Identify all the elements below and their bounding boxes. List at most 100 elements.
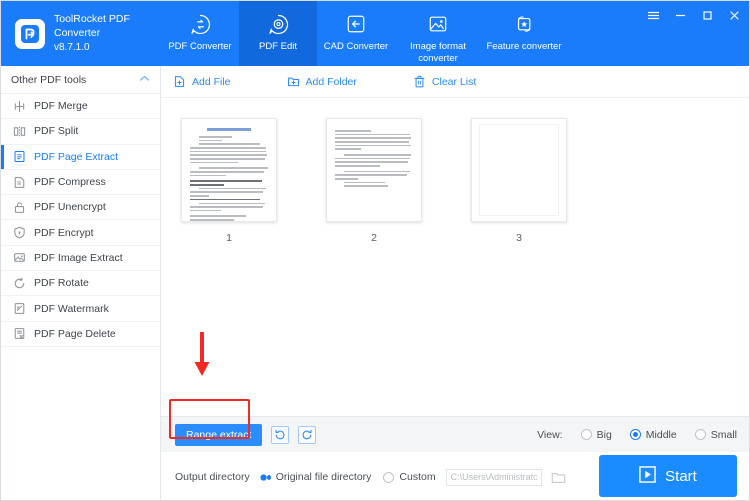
rotate-left-button[interactable]: [271, 425, 290, 444]
sidebar-item-label: PDF Watermark: [34, 302, 109, 315]
sidebar-item-pdf-rotate[interactable]: PDF Rotate: [1, 271, 160, 297]
sidebar-item-pdf-merge[interactable]: PDF Merge: [1, 94, 160, 120]
tab-label: PDF Edit: [258, 41, 297, 52]
app-version: v8.7.1.0: [54, 42, 90, 54]
rotate-icon: [12, 276, 27, 290]
sidebar-item-pdf-encrypt[interactable]: PDF Encrypt: [1, 220, 160, 246]
clear-list-label: Clear List: [431, 75, 477, 88]
sidebar-item-pdf-image-extract[interactable]: PDF Image Extract: [1, 246, 160, 272]
page-number-label: 3: [516, 232, 522, 244]
window-controls: [647, 9, 741, 22]
output-option-original[interactable]: Original file directory: [260, 471, 371, 483]
tab-label: Feature converter: [486, 41, 562, 52]
sidebar-item-label: PDF Compress: [34, 176, 106, 189]
sidebar-item-pdf-compress[interactable]: PDF Compress: [1, 170, 160, 196]
unlock-icon: [12, 200, 27, 214]
page-thumbnail-item[interactable]: 1: [181, 118, 277, 244]
page-thumbnail-preview[interactable]: [181, 118, 277, 222]
sidebar-item-pdf-split[interactable]: PDF Split: [1, 119, 160, 145]
main-panel: Add File Add Folder Clear List 1 2 3 Ran…: [161, 66, 749, 500]
maximize-icon[interactable]: [701, 9, 714, 22]
page-thumbnail-item[interactable]: 3: [471, 118, 567, 244]
sidebar-item-label: PDF Rotate: [34, 277, 89, 290]
page-thumbnail-preview[interactable]: [471, 118, 567, 222]
page-number-label: 2: [371, 232, 377, 244]
blank-page-area: [479, 124, 559, 216]
brand-text: ToolRocket PDF Converter v8.7.1.0: [54, 12, 161, 56]
split-icon: [12, 124, 27, 138]
sidebar-item-label: PDF Unencrypt: [34, 201, 106, 214]
radio-original-directory[interactable]: [260, 472, 271, 483]
title-bar: ToolRocket PDF Converter v8.7.1.0 PDF Co…: [1, 1, 749, 66]
view-size-group: View: Big Middle Small: [537, 429, 737, 441]
view-option-label: Small: [710, 428, 737, 441]
tab-pdf-edit[interactable]: PDF Edit: [239, 1, 317, 66]
menu-icon[interactable]: [647, 9, 660, 22]
compress-icon: [12, 175, 27, 189]
sidebar-item-label: PDF Split: [34, 125, 79, 138]
tab-label: CAD Converter: [323, 41, 389, 52]
output-option-custom[interactable]: Custom: [383, 471, 436, 483]
radio-big[interactable]: [580, 429, 592, 440]
edit-gear-icon: [268, 12, 289, 36]
add-file-label: Add File: [192, 75, 231, 88]
radio-middle[interactable]: [629, 429, 641, 440]
tab-feature-converter[interactable]: Feature converter: [481, 1, 567, 66]
shield-icon: [12, 226, 27, 240]
folder-icon[interactable]: [551, 471, 566, 484]
view-option-big[interactable]: Big: [580, 428, 612, 441]
start-button[interactable]: Start: [599, 455, 737, 497]
radio-small[interactable]: [694, 429, 706, 440]
minimize-icon[interactable]: [674, 9, 687, 22]
clear-list-button[interactable]: Clear List: [413, 75, 476, 88]
view-option-middle[interactable]: Middle: [629, 428, 677, 441]
page-number-label: 1: [226, 232, 232, 244]
sidebar: Other PDF tools PDF Merge PDF Split PDF …: [1, 66, 161, 500]
rotate-right-button[interactable]: [298, 425, 317, 444]
view-option-label: Big: [596, 428, 612, 441]
view-option-small[interactable]: Small: [694, 428, 737, 441]
tab-cad-converter[interactable]: CAD Converter: [317, 1, 395, 66]
start-button-label: Start: [665, 467, 697, 485]
add-folder-button[interactable]: Add Folder: [287, 75, 357, 88]
image-extract-icon: [12, 251, 27, 265]
tab-label: PDF Converter: [168, 41, 232, 52]
app-logo-icon: [15, 18, 45, 49]
close-icon[interactable]: [728, 9, 741, 22]
output-option-label: Custom: [399, 471, 436, 483]
add-file-button[interactable]: Add File: [173, 75, 231, 88]
sidebar-item-label: PDF Encrypt: [34, 226, 94, 239]
output-path-input[interactable]: C:\Users\Administratc: [445, 468, 542, 486]
page-thumbnail-preview[interactable]: [326, 118, 422, 222]
radio-custom-directory[interactable]: [383, 471, 395, 483]
brand: ToolRocket PDF Converter v8.7.1.0: [1, 1, 161, 66]
page-controls-bar: Range extract View: Big Middle Small: [161, 399, 749, 452]
sidebar-item-label: PDF Image Extract: [34, 251, 123, 264]
main-tabs: PDF Converter PDF Edit CAD Converter Ima…: [161, 1, 567, 66]
sidebar-item-pdf-watermark[interactable]: PDF Watermark: [1, 296, 160, 322]
sidebar-item-pdf-page-extract[interactable]: PDF Page Extract: [1, 144, 160, 170]
tab-pdf-converter[interactable]: PDF Converter: [161, 1, 239, 66]
sidebar-item-label: PDF Merge: [34, 100, 88, 113]
add-folder-label: Add Folder: [305, 75, 357, 88]
view-label: View:: [537, 428, 563, 441]
app-name: ToolRocket PDF Converter: [54, 12, 130, 40]
view-option-label: Middle: [645, 428, 677, 441]
output-directory-label: Output directory: [175, 471, 250, 483]
play-icon: [639, 465, 656, 487]
sidebar-header[interactable]: Other PDF tools: [1, 66, 160, 94]
sidebar-item-label: PDF Page Extract: [34, 150, 119, 163]
page-thumbnail-item[interactable]: 2: [326, 118, 422, 244]
trash-icon: [413, 75, 426, 88]
sidebar-item-pdf-unencrypt[interactable]: PDF Unencrypt: [1, 195, 160, 221]
doc-title-line: [207, 128, 251, 131]
tab-image-format-converter[interactable]: Image format converter: [395, 1, 481, 66]
application-window: ToolRocket PDF Converter v8.7.1.0 PDF Co…: [0, 0, 750, 501]
annotation-arrow-icon: [189, 331, 215, 378]
sidebar-item-pdf-page-delete[interactable]: PDF Page Delete: [1, 322, 160, 347]
chevron-up-icon[interactable]: [139, 74, 150, 86]
page-delete-icon: [12, 327, 27, 341]
range-extract-button[interactable]: Range extract: [175, 423, 263, 446]
cad-icon: [346, 12, 366, 36]
merge-icon: [12, 99, 27, 113]
